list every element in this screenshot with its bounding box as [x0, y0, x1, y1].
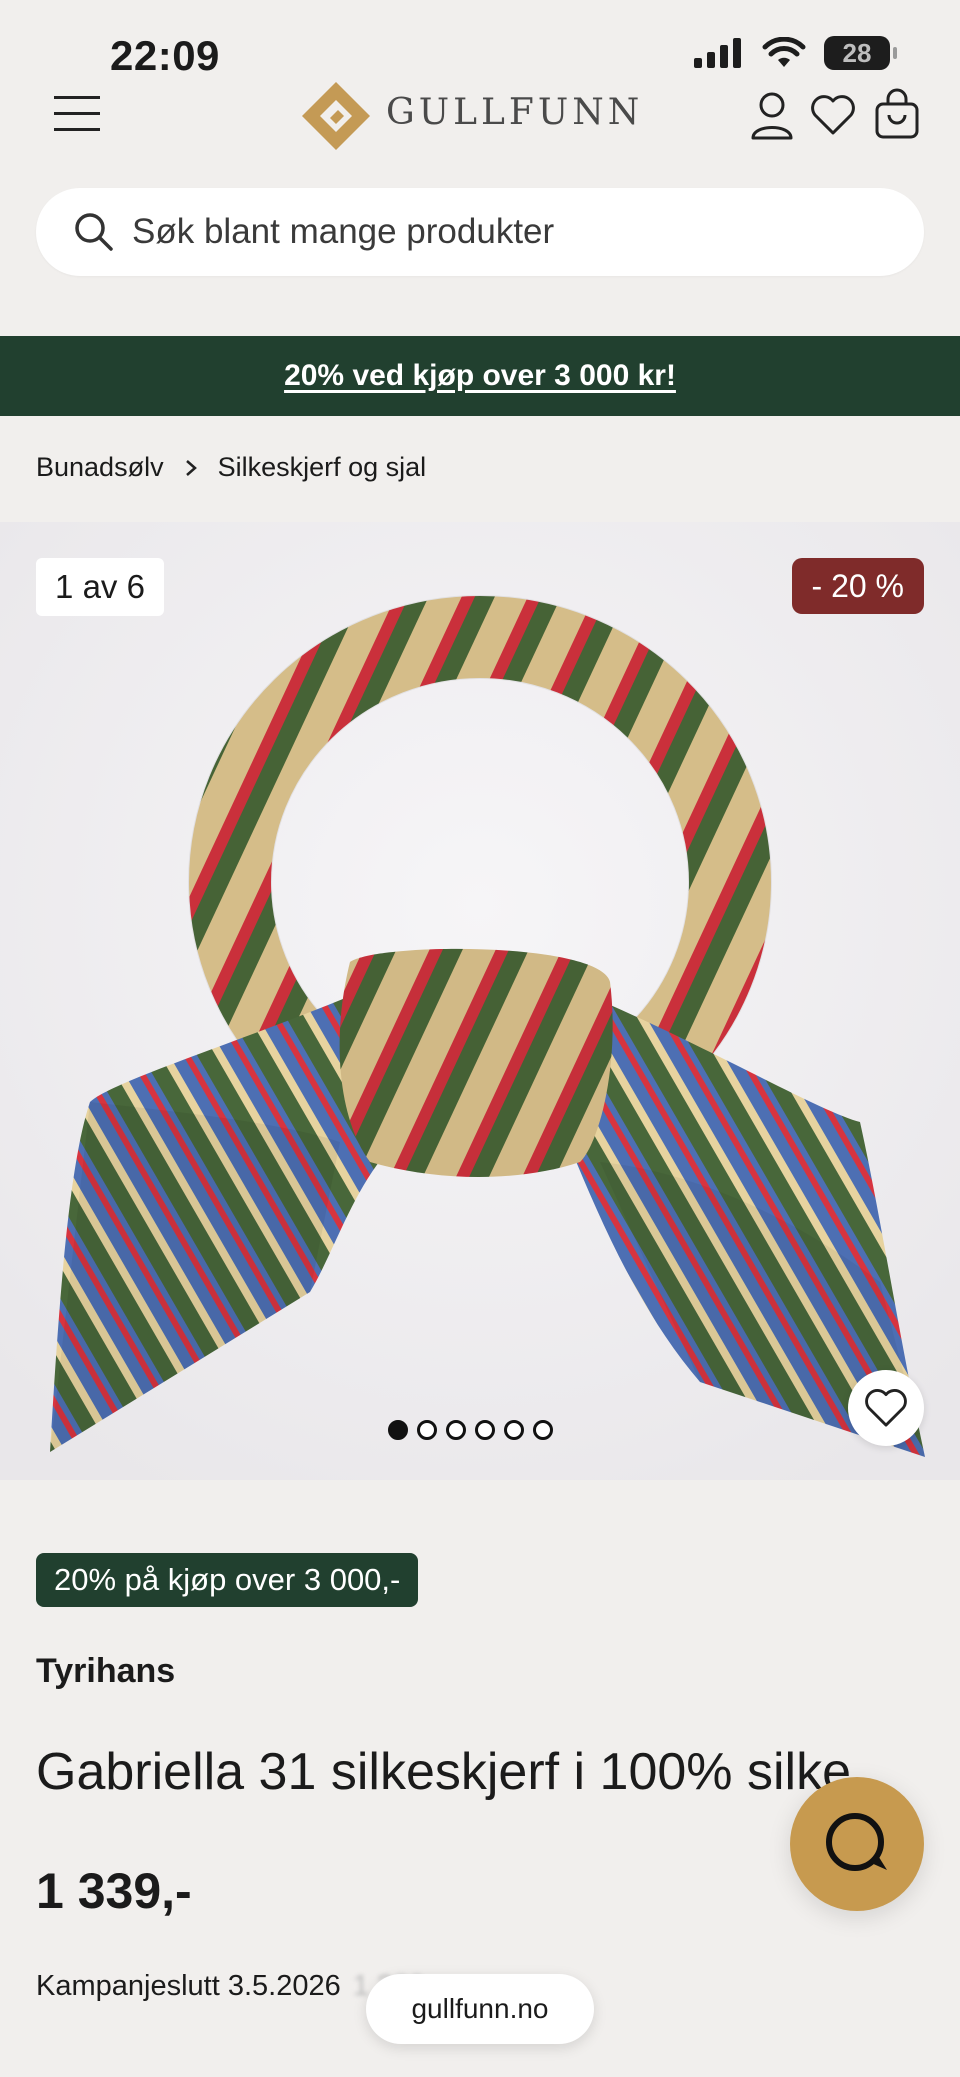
menu-icon[interactable] — [54, 94, 100, 134]
breadcrumb: Bunadsølv Silkeskjerf og sjal — [36, 452, 426, 483]
promo-banner[interactable]: 20% ved kjøp over 3 000 kr! — [0, 336, 960, 416]
status-icons: 28 — [694, 36, 897, 70]
battery-icon: 28 — [824, 36, 897, 70]
product-price: 1 339,- — [36, 1863, 192, 1919]
promo-badge: 20% på kjøp over 3 000,- — [36, 1553, 419, 1607]
gallery-pagination — [388, 1420, 553, 1440]
discount-badge: - 20 % — [791, 558, 924, 614]
gullfunn-logo-icon[interactable] — [300, 80, 372, 152]
heart-icon — [865, 1389, 907, 1427]
product-title: Gabriella 31 silkeskjerf i 100% silke — [36, 1743, 852, 1801]
gallery-dot[interactable] — [417, 1420, 437, 1440]
gallery-dot[interactable] — [504, 1420, 524, 1440]
wifi-icon — [762, 37, 806, 67]
breadcrumb-item-bunadsolv[interactable]: Bunadsølv — [36, 452, 164, 483]
search-bar[interactable]: Søk blant mange produkter — [36, 188, 924, 276]
brand-wordmark[interactable]: GULLFUNN — [386, 92, 643, 133]
product-brand[interactable]: Tyrihans — [36, 1652, 175, 1691]
chat-button[interactable] — [790, 1777, 924, 1911]
product-image-gallery[interactable] — [0, 522, 960, 1480]
search-input[interactable]: Søk blant mange produkter — [132, 212, 554, 252]
add-to-wishlist-button[interactable] — [848, 1370, 924, 1446]
campaign-end: Kampanjeslutt 3.5.2026 — [36, 1970, 341, 2002]
search-icon — [75, 213, 113, 251]
signal-icon — [694, 38, 741, 68]
gallery-dot[interactable] — [533, 1420, 553, 1440]
chat-icon — [826, 1813, 887, 1871]
wishlist-icon[interactable] — [810, 94, 856, 136]
gallery-dot[interactable] — [446, 1420, 466, 1440]
product-image[interactable] — [0, 522, 960, 1480]
gallery-dot[interactable] — [475, 1420, 495, 1440]
image-counter: 1 av 6 — [36, 558, 164, 616]
status-time: 22:09 — [110, 32, 220, 79]
account-icon[interactable] — [750, 92, 794, 140]
browser-url-bar[interactable]: gullfunn.no — [366, 1974, 594, 2044]
cart-icon[interactable] — [874, 88, 920, 140]
promo-banner-link[interactable]: 20% ved kjøp over 3 000 kr! — [284, 359, 676, 393]
chevron-right-icon — [185, 459, 197, 476]
gallery-dot[interactable] — [388, 1420, 408, 1440]
breadcrumb-item-silkeskjerf[interactable]: Silkeskjerf og sjal — [218, 452, 427, 483]
